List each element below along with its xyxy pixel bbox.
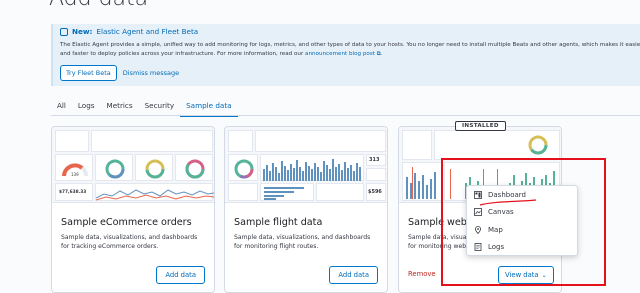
cheer-icon	[60, 27, 68, 36]
dismiss-button[interactable]: Dismiss message	[123, 69, 179, 77]
web-logs-bars	[406, 167, 436, 199]
page-title: Add data	[49, 0, 148, 11]
callout-badge: New:	[72, 27, 93, 36]
add-data-button[interactable]: Add data	[329, 266, 378, 284]
card-description: Sample data, visualizations, and dashboa…	[234, 234, 371, 250]
try-fleet-button[interactable]: Try Fleet Beta	[60, 65, 117, 81]
installed-badge: INSTALLED	[455, 121, 506, 131]
flights-thumbnail: 313 $596	[225, 127, 387, 203]
area-chart	[95, 189, 214, 201]
metric-a: 313	[369, 157, 380, 163]
card-title: Sample eCommerce orders	[61, 217, 192, 228]
annotation-underline	[479, 199, 537, 206]
fleet-callout: New: Elastic Agent and Fleet Beta The El…	[51, 24, 640, 86]
card-description: Sample data, visualizations, and dashboa…	[61, 234, 198, 250]
card-ecommerce: 139 $77,638.33 Sample eCommerce orders S…	[51, 126, 215, 293]
gauge-value: 139	[71, 172, 79, 177]
donut-chart	[234, 159, 254, 179]
donut-chart	[105, 159, 125, 179]
metric-b: $596	[368, 189, 382, 195]
add-data-button[interactable]: Add data	[156, 266, 205, 284]
callout-heading: Elastic Agent and Fleet Beta	[96, 27, 199, 36]
bar-chart	[264, 187, 304, 200]
remove-button[interactable]: Remove	[408, 270, 436, 278]
gauge-chart	[62, 163, 88, 177]
ring-chart-2	[185, 159, 205, 179]
web-logs-ring-chart	[528, 135, 548, 155]
card-flights: 313 $596 Sample flight data Sample data,…	[224, 126, 388, 293]
histogram-chart	[263, 159, 361, 181]
tabs-divider	[51, 115, 640, 116]
metric-value: $77,638.33	[59, 190, 87, 195]
annotation-highlight-box	[441, 158, 606, 286]
ecommerce-thumbnail: 139 $77,638.33	[52, 127, 214, 203]
card-title: Sample flight data	[234, 217, 323, 228]
announcement-link[interactable]: announcement blog post	[305, 51, 375, 57]
ring-chart	[145, 159, 165, 179]
external-link-icon: ⧉	[374, 51, 381, 57]
